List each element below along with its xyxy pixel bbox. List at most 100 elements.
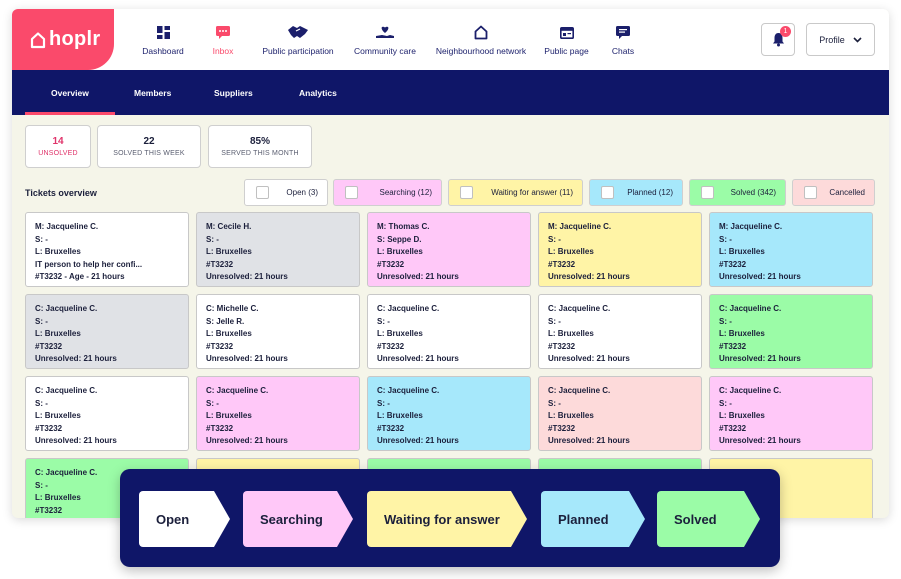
filter-cancelled[interactable]: Cancelled xyxy=(792,179,875,206)
ticket-line: #T3232 xyxy=(35,423,63,433)
ticket-card[interactable]: M: Jacqueline C. S: - L: Bruxelles #T3232 Un… xyxy=(538,212,702,287)
ticket-line: C: Jacqueline C. xyxy=(35,386,98,395)
ticket-line: S: - xyxy=(35,398,48,408)
ticket-line: #T3232 xyxy=(377,259,405,269)
filter-searching[interactable]: Searching (12) xyxy=(333,179,442,206)
dashboard-icon xyxy=(156,24,170,42)
filter-checkbox[interactable] xyxy=(601,186,614,199)
pipeline-stage-planned[interactable]: Planned xyxy=(541,491,645,547)
ticket-line: M: Cecile H. xyxy=(206,222,252,231)
status-pipeline: Open Searching Waiting for answer Planned So… xyxy=(120,469,780,567)
nav-public-page[interactable]: Public page xyxy=(544,9,589,70)
ticket-line: #T3232 xyxy=(206,259,234,269)
ticket-line: Unresolved: 21 hours xyxy=(719,354,801,364)
filter-waiting[interactable]: Waiting for answer (11) xyxy=(448,179,583,206)
ticket-line: C: Jacqueline C. xyxy=(377,304,440,313)
ticket-line: IT person to help her confi... xyxy=(35,259,143,269)
pipeline-stage-solved[interactable]: Solved xyxy=(657,491,760,547)
ticket-card[interactable]: C: Jacqueline C. S: - L: Bruxelles #T3232 Un… xyxy=(367,294,531,369)
ticket-line: C: Michelle C. xyxy=(206,304,259,313)
ticket-line: L: Bruxelles xyxy=(377,411,423,421)
nav-dashboard[interactable]: Dashboard xyxy=(142,9,184,70)
filter-solved[interactable]: Solved (342) xyxy=(689,179,786,206)
ticket-line: M: Thomas C. xyxy=(377,222,430,231)
ticket-card[interactable]: M: Jacqueline C. S: - L: Bruxelles #T3232 Un… xyxy=(709,212,873,287)
ticket-card[interactable]: C: Jacqueline C. S: - L: Bruxelles #T3232 Un… xyxy=(196,376,360,451)
nav-chats[interactable]: Chats xyxy=(611,9,635,70)
filter-checkbox[interactable] xyxy=(804,186,817,199)
ticket-card[interactable]: M: Thomas C. S: Seppe D. L: Bruxelles #T323… xyxy=(367,212,531,287)
filter-checkbox[interactable] xyxy=(460,186,473,199)
ticket-line: Unresolved: 21 hours xyxy=(206,272,288,282)
ticket-line: #T3232 xyxy=(548,341,576,351)
nav-public-participation[interactable]: Public participation xyxy=(261,9,335,70)
filter-label: Planned (12) xyxy=(627,188,673,197)
ticket-line: L: Bruxelles xyxy=(548,247,594,257)
ticket-line: S: - xyxy=(548,398,561,408)
nav-community-care[interactable]: Community care xyxy=(354,9,416,70)
ticket-card[interactable]: M: Jacqueline C. S: - L: Bruxelles IT perso… xyxy=(25,212,189,287)
ticket-card[interactable]: C: Jacqueline C. S: - L: Bruxelles #T3232 Un… xyxy=(367,376,531,451)
stat-unsolved[interactable]: 14 UNSOLVED xyxy=(25,125,91,168)
stat-served-month-label: SERVED THIS MONTH xyxy=(221,150,299,157)
ticket-line: S: - xyxy=(35,234,48,244)
ticket-card[interactable]: M: Cecile H. S: - L: Bruxelles #T3232 Unreso… xyxy=(196,212,360,287)
tab-analytics[interactable]: Analytics xyxy=(299,70,337,115)
ticket-line: #T3232 xyxy=(377,341,405,351)
ticket-line: C: Jacqueline C. xyxy=(719,386,782,395)
notifications-button[interactable]: 1 xyxy=(761,23,795,56)
ticket-line: S: - xyxy=(719,234,732,244)
filter-label: Waiting for answer (11) xyxy=(491,188,573,197)
ticket-line: #T3232 xyxy=(377,423,405,433)
pipeline-stage-searching[interactable]: Searching xyxy=(243,491,353,547)
ticket-line: S: - xyxy=(377,398,390,408)
ticket-card[interactable]: C: Jacqueline C. S: - L: Bruxelles #T3232 Un… xyxy=(709,376,873,451)
nav-dashboard-label: Dashboard xyxy=(142,45,184,56)
tickets-overview-title: Tickets overview xyxy=(25,188,97,198)
ticket-line: M: Jacqueline C. xyxy=(548,222,612,231)
filter-checkbox[interactable] xyxy=(345,186,358,199)
filter-open[interactable]: Open (3) xyxy=(244,179,328,206)
pipeline-stage-waiting[interactable]: Waiting for answer xyxy=(367,491,527,547)
ticket-line: #T3232 - Age - 21 hours xyxy=(35,272,125,282)
ticket-card[interactable]: C: Jacqueline C. S: - L: Bruxelles #T3232 Un… xyxy=(709,294,873,369)
inbox-icon xyxy=(216,24,230,42)
ticket-line: S: - xyxy=(206,398,219,408)
filter-label: Solved (342) xyxy=(730,188,776,197)
ticket-line: Unresolved: 21 hours xyxy=(377,354,459,364)
ticket-card[interactable]: C: Michelle C. S: Jelle R. L: Bruxelles #T3… xyxy=(196,294,360,369)
logo[interactable]: hoplr xyxy=(12,9,114,70)
sub-navigation: Overview Members Suppliers Analytics xyxy=(12,70,889,115)
profile-dropdown[interactable]: Profile xyxy=(806,23,875,56)
nav-inbox[interactable]: Inbox xyxy=(208,9,238,70)
ticket-line: L: Bruxelles xyxy=(548,411,594,421)
filter-planned[interactable]: Planned (12) xyxy=(589,179,683,206)
handshake-icon xyxy=(288,24,308,42)
filter-checkbox[interactable] xyxy=(701,186,714,199)
stat-solved-week[interactable]: 22 SOLVED THIS WEEK xyxy=(97,125,201,168)
ticket-line: L: Bruxelles xyxy=(35,411,81,421)
tab-suppliers[interactable]: Suppliers xyxy=(214,70,253,115)
ticket-line: #T3232 xyxy=(719,341,747,351)
ticket-card[interactable]: C: Jacqueline C. S: - L: Bruxelles #T3232 Un… xyxy=(538,376,702,451)
stat-served-month-value: 85% xyxy=(249,136,270,147)
ticket-card[interactable]: C: Jacqueline C. S: - L: Bruxelles #T3232 Un… xyxy=(25,376,189,451)
ticket-line: L: Bruxelles xyxy=(206,411,252,421)
filter-checkbox[interactable] xyxy=(256,186,269,199)
stat-unsolved-label: UNSOLVED xyxy=(38,150,78,157)
filter-label: Open (3) xyxy=(286,188,318,197)
ticket-line: Unresolved: 21 hours xyxy=(206,354,288,364)
nav-chats-label: Chats xyxy=(611,45,635,56)
ticket-card[interactable]: C: Jacqueline C. S: - L: Bruxelles #T3232 Un… xyxy=(538,294,702,369)
ticket-card[interactable]: C: Jacqueline C. S: - L: Bruxelles #T3232 Un… xyxy=(25,294,189,369)
tab-members[interactable]: Members xyxy=(134,70,171,115)
tab-overview[interactable]: Overview xyxy=(25,70,115,115)
logo-house-icon xyxy=(30,31,46,48)
pipeline-stage-open[interactable]: Open xyxy=(139,491,230,547)
stat-served-month[interactable]: 85% SERVED THIS MONTH xyxy=(208,125,312,168)
nav-neighbourhood-network[interactable]: Neighbourhood network xyxy=(436,9,526,70)
ticket-line: Unresolved: 21 hours xyxy=(719,272,801,282)
ticket-line: L: Bruxelles xyxy=(377,329,423,339)
ticket-line: C: Jacqueline C. xyxy=(548,386,611,395)
nav-neighbourhood-network-label: Neighbourhood network xyxy=(435,45,527,56)
